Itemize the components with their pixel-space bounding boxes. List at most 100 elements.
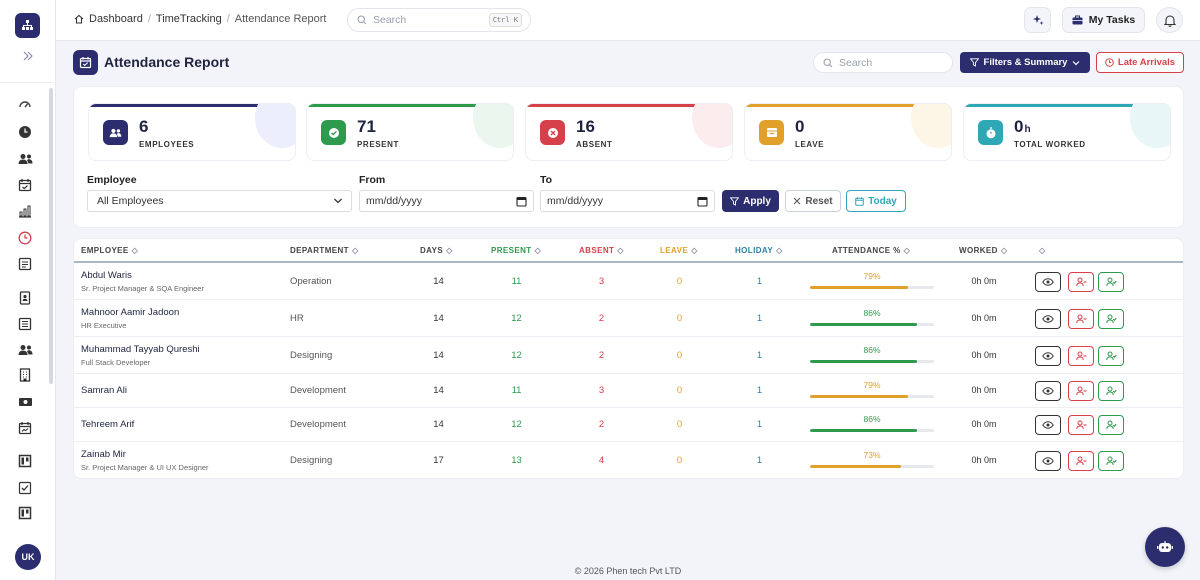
mark-present-button[interactable] bbox=[1098, 415, 1124, 435]
present-cell: 12 bbox=[511, 349, 522, 361]
mark-present-button[interactable] bbox=[1098, 271, 1124, 292]
mark-absent-button[interactable] bbox=[1068, 308, 1094, 329]
col-worked[interactable]: WORKED ◇ bbox=[959, 246, 1007, 255]
team-icon[interactable] bbox=[17, 342, 33, 358]
chatbot-button[interactable] bbox=[1145, 527, 1185, 567]
today-button[interactable]: Today bbox=[846, 190, 906, 212]
days-cell: 14 bbox=[433, 349, 444, 361]
id-badge-icon[interactable] bbox=[17, 290, 33, 306]
col-employee[interactable]: EMPLOYEE ◇ bbox=[81, 246, 138, 255]
view-button[interactable] bbox=[1035, 345, 1061, 366]
user-check-icon bbox=[1105, 456, 1117, 465]
bar-chart-icon[interactable] bbox=[17, 203, 33, 219]
attendance-progress-fill bbox=[810, 395, 908, 398]
money-icon[interactable] bbox=[17, 394, 33, 410]
mark-absent-button[interactable] bbox=[1068, 450, 1094, 471]
document-list-icon[interactable] bbox=[17, 316, 33, 332]
card-decor bbox=[473, 104, 513, 148]
board-icon[interactable] bbox=[17, 505, 33, 521]
employee-name: Zainab Mir bbox=[81, 448, 126, 460]
holiday-cell: 1 bbox=[756, 275, 763, 287]
mark-present-button[interactable] bbox=[1098, 308, 1124, 329]
attendance-progress-fill bbox=[810, 285, 908, 289]
mark-present-button[interactable] bbox=[1098, 381, 1124, 401]
breadcrumb-dashboard[interactable]: Dashboard bbox=[89, 13, 143, 25]
col-absent[interactable]: ABSENT ◇ bbox=[579, 246, 623, 255]
calendar-check-icon[interactable] bbox=[17, 177, 33, 193]
department-cell: Operation bbox=[290, 275, 332, 287]
app-logo-icon[interactable] bbox=[15, 13, 40, 38]
absent-cell: 2 bbox=[598, 349, 605, 361]
users-icon[interactable] bbox=[17, 151, 33, 167]
holiday-cell: 1 bbox=[756, 385, 763, 396]
summary-card-absent: 16 ABSENT bbox=[525, 103, 733, 161]
bell-icon bbox=[1163, 14, 1176, 27]
view-button[interactable] bbox=[1035, 415, 1061, 435]
stopwatch-icon bbox=[978, 120, 1003, 145]
employee-name: Samran Ali bbox=[81, 385, 127, 396]
absent-cell: 3 bbox=[598, 275, 605, 287]
mark-present-button[interactable] bbox=[1098, 345, 1124, 366]
eye-icon bbox=[1042, 314, 1054, 323]
my-tasks-button[interactable]: My Tasks bbox=[1062, 7, 1145, 33]
kanban-icon[interactable] bbox=[17, 453, 33, 469]
mark-absent-button[interactable] bbox=[1068, 381, 1094, 401]
breadcrumb-separator: / bbox=[147, 13, 151, 25]
view-button[interactable] bbox=[1035, 450, 1061, 471]
table-row: Muhammad Tayyab Qureshi Full Stack Develo… bbox=[74, 337, 1183, 374]
attendance-progress bbox=[810, 322, 934, 326]
search-shortcut-badge: Ctrl K bbox=[488, 13, 522, 27]
employee-select[interactable]: All Employees bbox=[87, 190, 352, 212]
reset-button[interactable]: Reset bbox=[785, 190, 841, 212]
employee-title: Sr. Project Manager & UI UX Designer bbox=[81, 462, 209, 472]
mark-absent-button[interactable] bbox=[1068, 345, 1094, 366]
to-date-input[interactable]: mm/dd/yyyy bbox=[540, 190, 715, 212]
report-list-icon[interactable] bbox=[17, 256, 33, 272]
global-search-input[interactable]: Search Ctrl K bbox=[347, 8, 531, 32]
view-button[interactable] bbox=[1035, 381, 1061, 401]
col-present[interactable]: PRESENT ◇ bbox=[491, 246, 541, 255]
view-button[interactable] bbox=[1035, 308, 1061, 329]
home-icon bbox=[74, 14, 84, 24]
calendar-icon[interactable] bbox=[516, 196, 527, 207]
mark-absent-button[interactable] bbox=[1068, 271, 1094, 292]
mark-present-button[interactable] bbox=[1098, 450, 1124, 471]
apply-button[interactable]: Apply bbox=[722, 190, 779, 212]
summary-label: PRESENT bbox=[357, 140, 399, 149]
robot-icon bbox=[1157, 541, 1173, 552]
ai-sparkle-button[interactable] bbox=[1024, 7, 1051, 33]
breadcrumb-timetracking[interactable]: TimeTracking bbox=[156, 13, 222, 25]
col-actions[interactable]: ◇ bbox=[1036, 246, 1045, 255]
sidebar-scrollbar[interactable] bbox=[49, 88, 53, 384]
calendar-chart-icon[interactable] bbox=[17, 420, 33, 436]
late-arrivals-button[interactable]: Late Arrivals bbox=[1096, 52, 1184, 73]
table-header: EMPLOYEE ◇ DEPARTMENT ◇ DAYS ◇ PRESENT ◇ ABS… bbox=[74, 239, 1183, 263]
time-tracking-clock-icon[interactable] bbox=[17, 230, 33, 246]
card-accent-bar bbox=[745, 104, 925, 107]
employee-name: Abdul Waris bbox=[81, 269, 132, 281]
mark-absent-button[interactable] bbox=[1068, 415, 1094, 435]
col-department[interactable]: DEPARTMENT ◇ bbox=[290, 246, 358, 255]
clock-icon[interactable] bbox=[17, 124, 33, 140]
sidebar-expand-icon[interactable] bbox=[14, 46, 42, 66]
filter-icon bbox=[730, 196, 740, 206]
user-avatar[interactable]: UK bbox=[15, 544, 41, 570]
from-date-input[interactable]: mm/dd/yyyy bbox=[359, 190, 534, 212]
col-leave[interactable]: LEAVE ◇ bbox=[660, 246, 697, 255]
building-icon[interactable] bbox=[17, 367, 33, 383]
col-attendance[interactable]: ATTENDANCE % ◇ bbox=[832, 246, 910, 255]
attendance-progress bbox=[810, 464, 934, 468]
col-holiday[interactable]: HOLIDAY ◇ bbox=[735, 246, 782, 255]
task-checkbox-icon[interactable] bbox=[17, 480, 33, 496]
filters-summary-button[interactable]: Filters & Summary bbox=[960, 52, 1090, 73]
col-days[interactable]: DAYS ◇ bbox=[420, 246, 452, 255]
user-minus-icon bbox=[1075, 456, 1086, 465]
worked-cell: 0h 0m bbox=[971, 419, 997, 429]
report-search-input[interactable]: Search bbox=[813, 52, 953, 73]
dashboard-gauge-icon[interactable] bbox=[17, 96, 33, 112]
notifications-button[interactable] bbox=[1156, 7, 1183, 33]
employee-title: HR Executive bbox=[81, 320, 127, 330]
to-date-label: To bbox=[540, 174, 553, 186]
view-button[interactable] bbox=[1035, 271, 1061, 292]
calendar-icon[interactable] bbox=[697, 196, 708, 207]
